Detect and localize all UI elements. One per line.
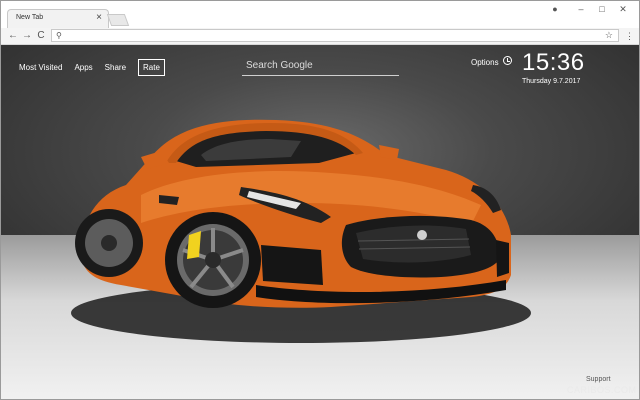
menu-icon[interactable]: ⋮ [625,29,634,43]
top-navigation: Most Visited Apps Share Rate [19,59,165,76]
clock-date: Thursday 9.7.2017 [522,78,581,85]
clock-icon[interactable] [503,56,512,65]
tab-title: New Tab [16,14,44,21]
reload-icon[interactable]: C [35,29,47,43]
minimize-button[interactable]: – [574,4,588,14]
search-icon: ⚲ [56,31,62,40]
back-arrow-icon[interactable]: ← [7,29,19,43]
address-bar[interactable]: ⚲ ☆ [51,29,619,42]
apps-link[interactable]: Apps [74,63,92,72]
browser-toolbar: ← → C ⚲ ☆ ⋮ [1,28,639,45]
close-window-button[interactable]: ✕ [616,4,630,15]
new-tab-button[interactable] [106,14,130,26]
clock-time: 15:36 [522,49,585,76]
maximize-button[interactable]: □ [595,4,609,14]
most-visited-link[interactable]: Most Visited [19,63,62,72]
star-icon[interactable]: ☆ [605,29,613,42]
new-tab-page: Most Visited Apps Share Rate Options 15:… [1,45,639,399]
forward-arrow-icon[interactable]: → [21,29,33,43]
jaguar-car-image [71,119,531,343]
tab-strip: New Tab × ● – □ ✕ [1,1,639,28]
tab-new-tab[interactable]: New Tab × [7,9,109,28]
search-input[interactable] [242,56,399,75]
options-button[interactable]: Options [471,58,499,67]
watermark-text: CARIBOS.COM [567,385,637,395]
support-link[interactable]: Support [586,376,611,383]
rate-button[interactable]: Rate [138,59,165,76]
close-icon[interactable]: × [96,12,102,23]
search-box [242,55,399,76]
browser-window: New Tab × ● – □ ✕ ← → C ⚲ ☆ ⋮ Most Visit… [0,0,640,400]
share-link[interactable]: Share [105,63,126,72]
profile-icon[interactable]: ● [548,4,562,14]
